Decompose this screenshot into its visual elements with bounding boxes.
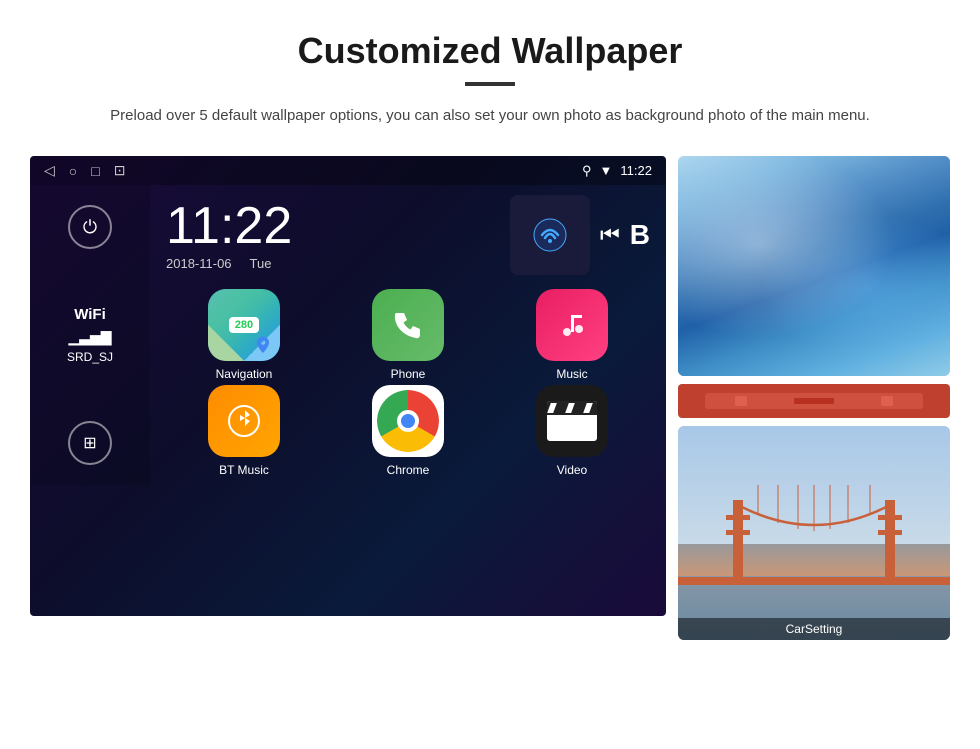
media-app-icon: [510, 195, 590, 275]
clock-area: 11:22 2018-11-06 Tue: [150, 185, 666, 281]
phone-label: Phone: [391, 367, 426, 381]
page-title: Customized Wallpaper: [298, 30, 683, 72]
phone-icon: [372, 289, 444, 361]
status-right: ⚲ ▼ 11:22: [582, 163, 652, 179]
navigation-label: Navigation: [216, 367, 273, 381]
screen-main: 11:22 2018-11-06 Tue: [150, 185, 666, 485]
screenshot-icon[interactable]: ⊡: [114, 162, 126, 179]
recents-icon[interactable]: □: [91, 163, 99, 179]
carsetting-label[interactable]: CarSetting: [678, 618, 950, 640]
wifi-network: SRD_SJ: [67, 348, 113, 366]
day-value: Tue: [250, 256, 272, 271]
chrome-icon: [372, 385, 444, 457]
wallpaper-ice[interactable]: [678, 156, 950, 376]
screen-sidebar: ⏻ WiFi ▁▃▅▇ SRD_SJ ⊞: [30, 185, 150, 485]
wallpaper-bridge[interactable]: CarSetting: [678, 426, 950, 640]
wifi-info: WiFi ▁▃▅▇ SRD_SJ: [67, 304, 113, 366]
page-subtitle: Preload over 5 default wallpaper options…: [110, 104, 870, 128]
app-video[interactable]: Video: [492, 385, 652, 477]
carsetting-mini: [678, 384, 950, 418]
chrome-label: Chrome: [387, 463, 430, 477]
app-music[interactable]: Music: [492, 289, 652, 381]
apps-button[interactable]: ⊞: [68, 421, 112, 465]
date-value: 2018-11-06: [166, 256, 232, 271]
screen-body: ⏻ WiFi ▁▃▅▇ SRD_SJ ⊞ 11:22 2018-11-06 T: [30, 185, 666, 485]
home-icon[interactable]: ○: [69, 163, 77, 179]
video-icon: [536, 385, 608, 457]
location-icon: ⚲: [582, 163, 592, 179]
wifi-label: WiFi: [67, 304, 113, 327]
wallpaper-panels: CarSetting: [678, 156, 950, 640]
content-wrapper: ◁ ○ □ ⊡ ⚲ ▼ 11:22 ⏻ WiFi ▁▃▅▇ SRD_SJ: [30, 156, 950, 640]
app-phone[interactable]: Phone: [328, 289, 488, 381]
app-btmusic[interactable]: BT Music: [164, 385, 324, 477]
clock-date: 2018-11-06 Tue: [166, 256, 292, 271]
wifi-bars: ▁▃▅▇: [67, 327, 113, 348]
android-screen: ◁ ○ □ ⊡ ⚲ ▼ 11:22 ⏻ WiFi ▁▃▅▇ SRD_SJ: [30, 156, 666, 616]
btmusic-label: BT Music: [219, 463, 269, 477]
title-divider: [465, 82, 515, 86]
app-navigation[interactable]: 280 Navigation: [164, 289, 324, 381]
prev-icon[interactable]: ⏮: [600, 222, 620, 248]
status-bar: ◁ ○ □ ⊡ ⚲ ▼ 11:22: [30, 156, 666, 185]
app-chrome[interactable]: Chrome: [328, 385, 488, 477]
music-label: Music: [556, 367, 587, 381]
app-grid: 280 Navigation: [150, 281, 666, 485]
wifi-status-icon: ▼: [600, 163, 613, 178]
clock-time: 11:22: [166, 200, 292, 252]
navigation-icon: 280: [208, 289, 280, 361]
btmusic-icon: [208, 385, 280, 457]
video-label: Video: [557, 463, 587, 477]
music-icon: [536, 289, 608, 361]
media-icons: ⏮ B: [510, 195, 650, 275]
clapperboard: [547, 401, 597, 441]
status-left: ◁ ○ □ ⊡: [44, 162, 125, 179]
back-icon[interactable]: ◁: [44, 162, 55, 179]
clock-block: 11:22 2018-11-06 Tue: [166, 200, 292, 271]
status-time: 11:22: [620, 163, 652, 178]
media-letter-b: B: [630, 219, 650, 251]
power-button[interactable]: ⏻: [68, 205, 112, 249]
